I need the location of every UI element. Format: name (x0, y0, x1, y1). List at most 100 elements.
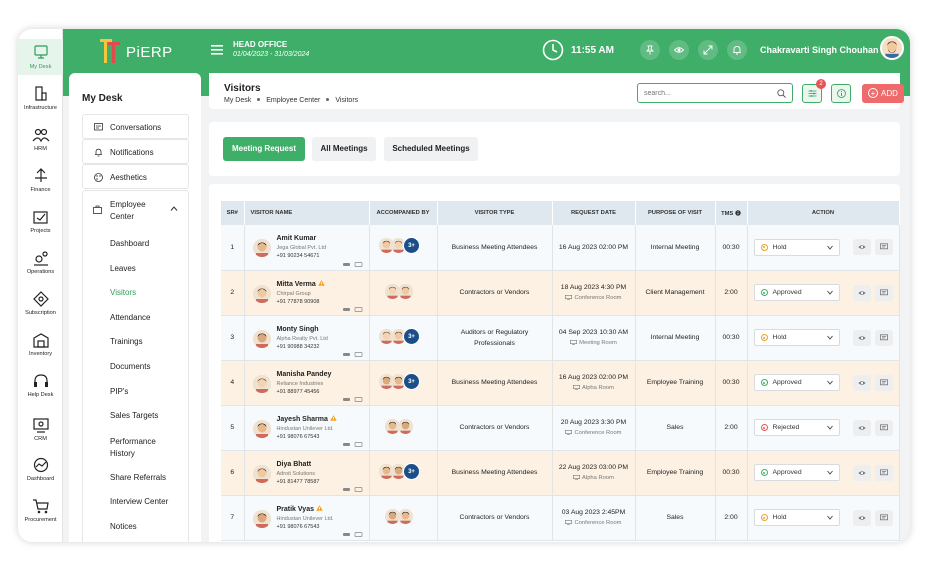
comment-button[interactable] (874, 329, 893, 346)
sidebar-subitem-trainings[interactable]: Trainings (110, 337, 143, 346)
table-row[interactable]: 4 Manisha Pandey Reliance Industries +91 88… (221, 360, 900, 406)
visitor-name[interactable]: Diya Bhatt (277, 461, 369, 468)
comment-button[interactable] (874, 464, 893, 481)
rail-item-inventory[interactable]: Inventory (18, 332, 63, 364)
office-selector[interactable]: HEAD OFFICE 01/04/2023 - 31/03/2024 (233, 40, 309, 58)
table-row[interactable]: 5 Jayesh Sharma Hindustan Unilever Ltd. +91… (221, 405, 900, 451)
sidebar-item-employee-center[interactable]: Employee Center (83, 191, 188, 227)
visitor-name[interactable]: Jayesh Sharma (277, 415, 369, 423)
visitor-name[interactable]: Amit Kumar (277, 235, 369, 242)
tab-meeting-request[interactable]: Meeting Request (223, 137, 305, 161)
view-visitor-button[interactable] (852, 284, 871, 301)
sidebar-subitem-documents[interactable]: Documents (110, 362, 150, 371)
page-header: Visitors My Desk Employee Center Visitors … (209, 73, 904, 109)
comment-button[interactable] (874, 509, 893, 526)
companion-avatars[interactable]: 3+ (377, 372, 429, 391)
sidebar-item-conversations[interactable]: Conversations (82, 114, 189, 139)
rail-item-help-desk[interactable]: Help Desk (18, 373, 63, 405)
chevron-up-icon[interactable] (170, 206, 178, 211)
companion-avatars[interactable]: 3+ (377, 462, 429, 481)
view-visitor-button[interactable] (852, 329, 871, 346)
more-companions-badge[interactable]: 3+ (403, 237, 420, 255)
sidebar-subitem-performance-history[interactable]: Performance History (110, 436, 170, 460)
sidebar-subitem-dashboard[interactable]: Dashboard (110, 239, 149, 248)
table-row[interactable]: 6 Diya Bhatt Adroit Solutions +91 81477 785… (221, 450, 900, 496)
sidebar-subitem-visitors[interactable]: Visitors (110, 288, 136, 297)
fullscreen-button[interactable] (698, 40, 718, 60)
status-icon (760, 469, 768, 476)
rail-item-infrastructure[interactable]: Infrastructure (18, 86, 63, 118)
visitor-name[interactable]: Pratik Vyas (277, 505, 369, 513)
more-companions-badge[interactable]: 3+ (403, 327, 420, 345)
tab-scheduled-meetings[interactable]: Scheduled Meetings (384, 137, 478, 161)
rail-item-my-desk[interactable]: My Desk (18, 39, 63, 75)
user-name[interactable]: Chakravarti Singh Chouhan (760, 45, 879, 55)
rail-item-operations[interactable]: Operations (18, 250, 63, 282)
notifications-button[interactable] (727, 40, 747, 60)
info-button[interactable] (831, 84, 851, 103)
table-row[interactable]: 7 Pratik Vyas Hindustan Unilever Ltd. +91 9… (221, 495, 900, 541)
status-select[interactable]: Hold (753, 329, 840, 346)
rail-item-hrm[interactable]: HRM (18, 127, 63, 159)
sidebar-subitem-share-referrals[interactable]: Share Referrals (110, 473, 166, 482)
view-visitor-button[interactable] (852, 239, 871, 256)
rail-item-subscription[interactable]: Subscription (18, 291, 63, 323)
companion-avatars[interactable] (377, 283, 429, 301)
status-select[interactable]: Approved (753, 284, 840, 301)
filter-button[interactable]: 2 (802, 79, 826, 103)
view-visitor-button[interactable] (852, 509, 871, 526)
status-select[interactable]: Approved (753, 374, 840, 391)
companion-avatars[interactable] (377, 508, 429, 526)
pin-button[interactable] (640, 40, 660, 60)
tab-all-meetings[interactable]: All Meetings (312, 137, 376, 161)
table-row[interactable]: 2 Mitta Verma Chirpal Group +91 77878 90908… (221, 270, 900, 316)
sidebar-subitem-attendance[interactable]: Attendance (110, 313, 150, 322)
user-avatar[interactable] (880, 36, 904, 60)
sidebar-item-aesthetics[interactable]: Aesthetics (82, 164, 189, 189)
status-select[interactable]: Hold (753, 509, 840, 526)
hamburger-menu-icon[interactable] (211, 45, 223, 55)
comment-button[interactable] (874, 374, 893, 391)
sidebar-subitem-sales-targets[interactable]: Sales Targets (110, 411, 158, 420)
companion-avatar (398, 418, 413, 434)
sidebar-subitem-interview-center[interactable]: Interview Center (110, 497, 168, 506)
rail-item-procurement[interactable]: Procurement (18, 498, 63, 530)
sidebar-subitem-pip-s[interactable]: PIP's (110, 387, 128, 396)
companion-avatars[interactable] (377, 418, 429, 436)
visitor-name[interactable]: Monty Singh (277, 326, 369, 333)
status-select[interactable]: Approved (753, 464, 840, 481)
rail-item-finance[interactable]: Finance (18, 168, 63, 200)
breadcrumb-item[interactable]: Employee Center (266, 97, 320, 104)
rail-item-crm[interactable]: CRM (18, 417, 63, 449)
view-visitor-button[interactable] (852, 374, 871, 391)
search-input[interactable] (644, 87, 774, 100)
visitor-name[interactable]: Manisha Pandey (277, 371, 369, 378)
view-visitor-button[interactable] (852, 419, 871, 436)
info-icon[interactable] (735, 209, 741, 216)
rail-item-dashboard[interactable]: Dashboard (18, 457, 63, 489)
breadcrumb-item[interactable]: My Desk (224, 97, 251, 104)
more-companions-badge[interactable]: 3+ (403, 372, 420, 390)
sidebar-item-notifications[interactable]: Notifications (82, 139, 189, 164)
view-visitor-button[interactable] (852, 464, 871, 481)
search-icon[interactable] (777, 89, 786, 98)
status-select[interactable]: Rejected (753, 419, 840, 436)
table-row[interactable]: 3 Monty Singh Alpha Realty Pvt. Ltd +91 909… (221, 315, 900, 361)
pierp-logo[interactable]: PiERP (98, 37, 178, 65)
visitor-name[interactable]: Mitta Verma (277, 280, 369, 288)
cell-visitor: Pratik Vyas Hindustan Unilever Ltd. +91 98… (244, 495, 370, 541)
rail-item-projects[interactable]: Projects (18, 209, 63, 241)
inventory-icon (32, 333, 49, 348)
more-companions-badge[interactable]: 3+ (403, 462, 420, 480)
status-select[interactable]: Hold (753, 238, 840, 256)
companion-avatars[interactable]: 3+ (377, 237, 429, 255)
comment-button[interactable] (874, 419, 893, 436)
comment-button[interactable] (874, 239, 893, 256)
table-row[interactable]: 1 Amit Kumar Jega Global Pvt. Ltd +91 90234… (221, 225, 900, 271)
sidebar-subitem-leaves[interactable]: Leaves (110, 264, 136, 273)
view-button[interactable] (669, 40, 689, 60)
comment-button[interactable] (874, 284, 893, 301)
companion-avatars[interactable]: 3+ (377, 327, 429, 346)
sidebar-subitem-notices[interactable]: Notices (110, 522, 137, 531)
add-visitor-button[interactable]: + ADD (862, 84, 904, 103)
